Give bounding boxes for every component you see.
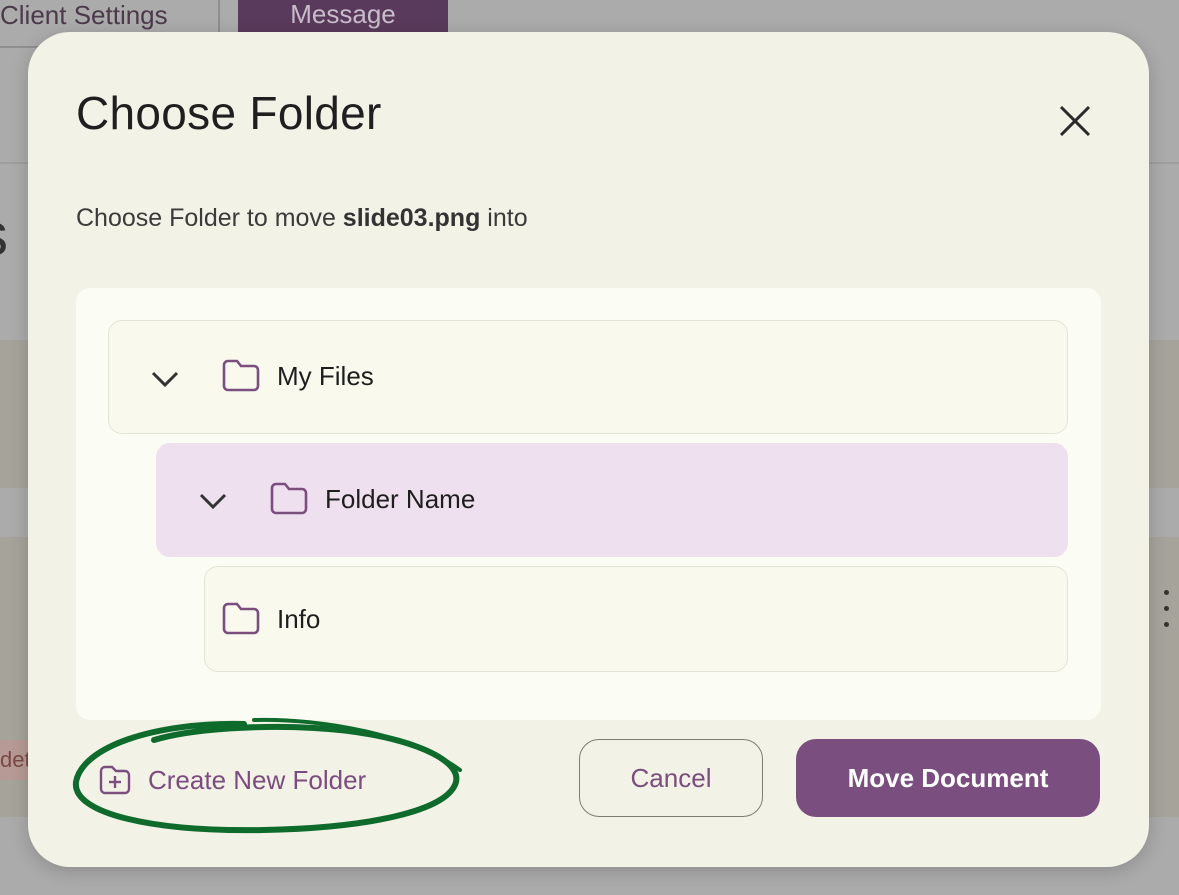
- kebab-menu-icon[interactable]: [1160, 590, 1174, 630]
- tree-item-label: Folder Name: [325, 484, 476, 514]
- subtitle-prefix: Choose Folder to move: [76, 204, 343, 232]
- close-button[interactable]: [1053, 99, 1097, 143]
- close-icon: [1059, 105, 1091, 137]
- tab-message[interactable]: Message: [238, 0, 448, 32]
- folder-plus-icon: [99, 765, 131, 795]
- folder-icon: [222, 359, 260, 392]
- folder-icon: [270, 482, 308, 515]
- background-heading-fragment: s: [0, 200, 8, 269]
- tree-item-label: Info: [277, 604, 321, 634]
- choose-folder-dialog: Choose Folder Choose Folder to move slid…: [28, 32, 1149, 867]
- move-document-button[interactable]: Move Document: [796, 739, 1100, 817]
- tree-item-info[interactable]: Info: [204, 566, 1068, 672]
- create-new-folder-button[interactable]: Create New Folder: [98, 760, 366, 800]
- file-name: slide03.png: [342, 204, 481, 232]
- cancel-button[interactable]: Cancel: [579, 739, 763, 817]
- tree-item-folder-name[interactable]: Folder Name: [156, 443, 1068, 557]
- folder-tree: My Files Folder Name Info: [76, 288, 1101, 720]
- chevron-down-icon[interactable]: [197, 491, 229, 511]
- dialog-title: Choose Folder: [76, 87, 382, 139]
- tree-item-label: My Files: [277, 361, 374, 391]
- chevron-down-icon[interactable]: [149, 369, 181, 389]
- create-new-folder-label: Create New Folder: [148, 764, 367, 795]
- folder-icon: [222, 602, 260, 635]
- tree-item-my-files[interactable]: My Files: [108, 320, 1068, 434]
- dialog-subtitle: Choose Folder to move slide03.png into: [76, 204, 528, 233]
- subtitle-suffix: into: [480, 204, 528, 232]
